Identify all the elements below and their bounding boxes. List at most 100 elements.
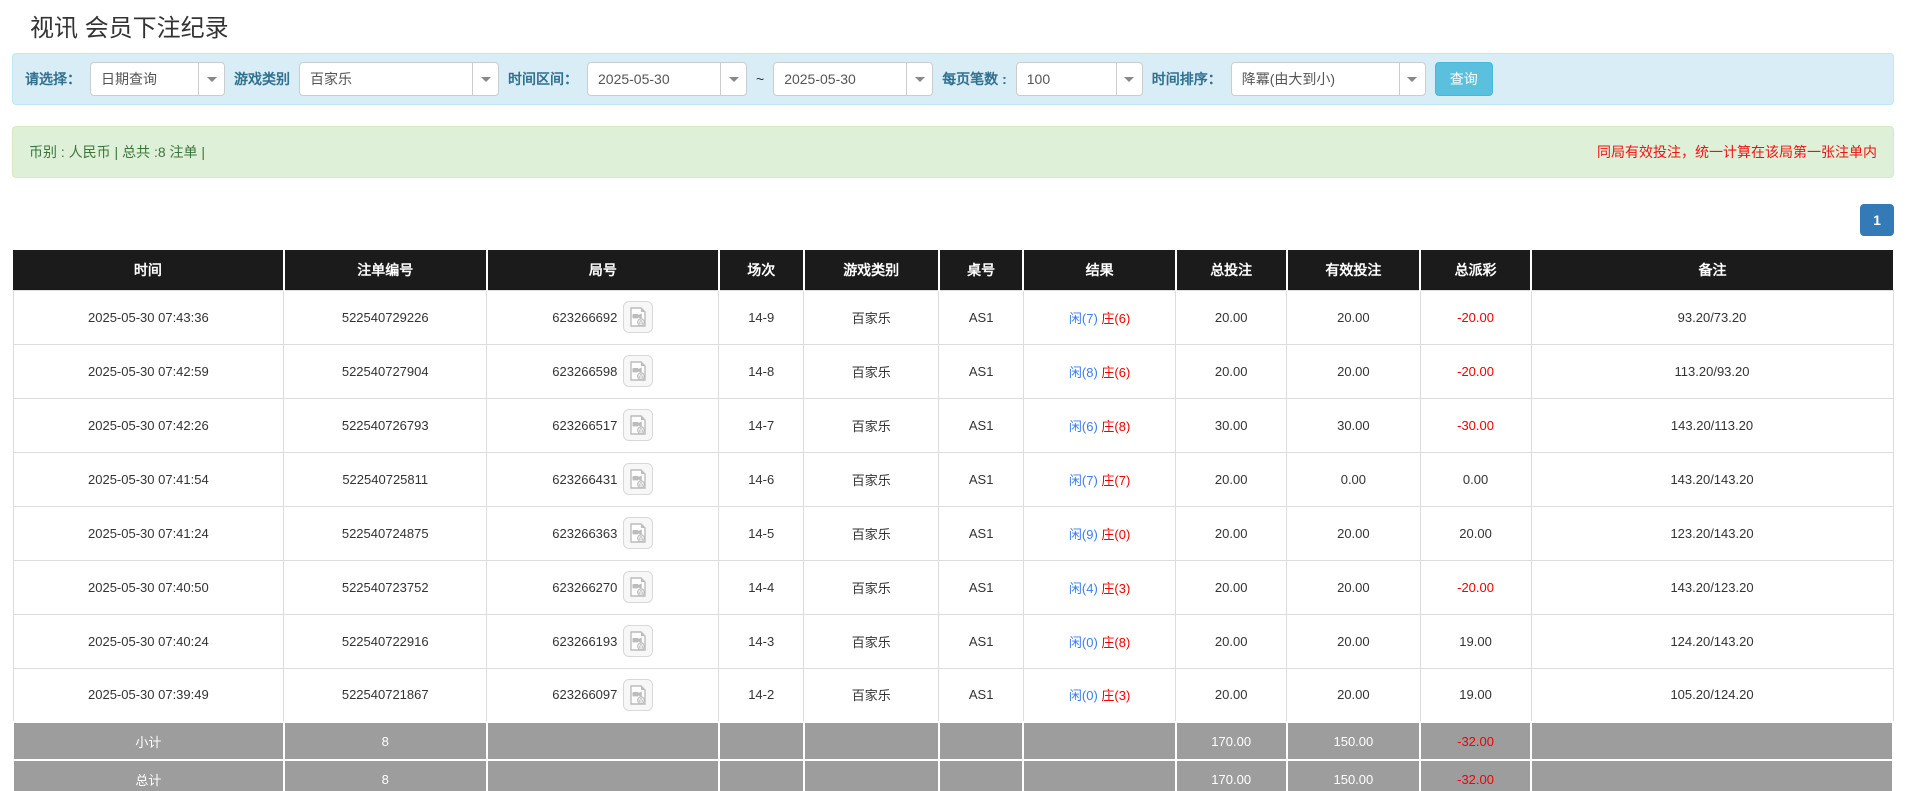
note-cell: 105.20/124.20 bbox=[1531, 668, 1893, 722]
betting-records-page: 视讯 会员下注纪录 请选择： 日期查询 游戏类别 百家乐 时间区间： 2025-… bbox=[0, 0, 1906, 791]
game-type-cell: 百家乐 bbox=[804, 344, 939, 398]
bet-id-cell: 522540726793 bbox=[284, 398, 487, 452]
total-bet-link[interactable]: 20.00 bbox=[1176, 506, 1287, 560]
round-id-value: 623266097 bbox=[552, 687, 617, 702]
video-record-icon[interactable] bbox=[623, 517, 653, 549]
payout-cell: -20.00 bbox=[1420, 290, 1531, 344]
valid-bet-cell: 20.00 bbox=[1287, 560, 1420, 614]
chevron-down-icon bbox=[720, 63, 746, 95]
session-cell: 14-8 bbox=[719, 344, 804, 398]
subtotal-row: 小计 8 170.00 150.00 -32.00 bbox=[13, 722, 1893, 760]
valid-bet-notice: 同局有效投注，统一计算在该局第一张注单内 bbox=[1597, 142, 1877, 162]
total-bet-link[interactable]: 20.00 bbox=[1176, 668, 1287, 722]
session-cell: 14-3 bbox=[719, 614, 804, 668]
video-record-icon[interactable] bbox=[623, 625, 653, 657]
result-cell: 闲(8) 庄(6) bbox=[1023, 344, 1175, 398]
result-player: 闲(4) bbox=[1069, 581, 1098, 596]
header-session: 场次 bbox=[719, 250, 804, 290]
filter-bar: 请选择： 日期查询 游戏类别 百家乐 时间区间： 2025-05-30 ~ 20… bbox=[12, 53, 1894, 105]
total-bet-link[interactable]: 20.00 bbox=[1176, 614, 1287, 668]
header-valid-bet: 有效投注 bbox=[1287, 250, 1420, 290]
pagination: 1 bbox=[12, 204, 1894, 236]
result-banker: 庄(6) bbox=[1101, 365, 1130, 380]
video-record-icon[interactable] bbox=[623, 679, 653, 711]
video-record-icon[interactable] bbox=[623, 355, 653, 387]
bet-id-cell: 522540729226 bbox=[284, 290, 487, 344]
game-type-label: 游戏类别 bbox=[234, 69, 290, 89]
payout-cell: 19.00 bbox=[1420, 668, 1531, 722]
round-id-cell: 623266193 bbox=[487, 614, 719, 668]
result-player: 闲(0) bbox=[1069, 635, 1098, 650]
note-cell: 93.20/73.20 bbox=[1531, 290, 1893, 344]
date-range-tilde: ~ bbox=[756, 71, 764, 87]
video-record-icon[interactable] bbox=[623, 463, 653, 495]
game-type-cell: 百家乐 bbox=[804, 506, 939, 560]
note-cell: 124.20/143.20 bbox=[1531, 614, 1893, 668]
valid-bet-cell: 20.00 bbox=[1287, 344, 1420, 398]
game-type-cell: 百家乐 bbox=[804, 290, 939, 344]
video-record-icon[interactable] bbox=[623, 571, 653, 603]
total-bet-link[interactable]: 20.00 bbox=[1176, 344, 1287, 398]
video-record-icon[interactable] bbox=[623, 301, 653, 333]
time-cell: 2025-05-30 07:40:50 bbox=[13, 560, 284, 614]
payout-cell: -20.00 bbox=[1420, 344, 1531, 398]
total-bet-link[interactable]: 20.00 bbox=[1176, 452, 1287, 506]
time-sort-select[interactable]: 降冪(由大到小) bbox=[1231, 62, 1426, 96]
result-banker: 庄(0) bbox=[1101, 527, 1130, 542]
result-player: 闲(7) bbox=[1069, 473, 1098, 488]
round-id-cell: 623266517 bbox=[487, 398, 719, 452]
round-id-value: 623266692 bbox=[552, 310, 617, 325]
result-banker: 庄(3) bbox=[1101, 688, 1130, 703]
valid-bet-cell: 20.00 bbox=[1287, 506, 1420, 560]
valid-bet-cell: 20.00 bbox=[1287, 614, 1420, 668]
date-from-select[interactable]: 2025-05-30 bbox=[587, 62, 747, 96]
pagination-page-1[interactable]: 1 bbox=[1860, 204, 1894, 236]
search-button[interactable]: 查询 bbox=[1435, 62, 1493, 96]
round-id-cell: 623266270 bbox=[487, 560, 719, 614]
page-size-select[interactable]: 100 bbox=[1016, 62, 1143, 96]
bet-id-cell: 522540721867 bbox=[284, 668, 487, 722]
table-no-cell: AS1 bbox=[939, 290, 1024, 344]
time-cell: 2025-05-30 07:40:24 bbox=[13, 614, 284, 668]
header-time: 时间 bbox=[13, 250, 284, 290]
total-valid-bet: 150.00 bbox=[1287, 760, 1420, 791]
result-banker: 庄(8) bbox=[1101, 419, 1130, 434]
result-banker: 庄(6) bbox=[1101, 311, 1130, 326]
total-bet-link[interactable]: 30.00 bbox=[1176, 398, 1287, 452]
session-cell: 14-2 bbox=[719, 668, 804, 722]
round-id-cell: 623266692 bbox=[487, 290, 719, 344]
bet-id-cell: 522540723752 bbox=[284, 560, 487, 614]
subtotal-label: 小计 bbox=[13, 722, 284, 760]
session-cell: 14-4 bbox=[719, 560, 804, 614]
result-cell: 闲(0) 庄(8) bbox=[1023, 614, 1175, 668]
table-no-cell: AS1 bbox=[939, 560, 1024, 614]
query-type-select[interactable]: 日期查询 bbox=[90, 62, 225, 96]
time-cell: 2025-05-30 07:42:26 bbox=[13, 398, 284, 452]
note-cell: 113.20/93.20 bbox=[1531, 344, 1893, 398]
date-to-select[interactable]: 2025-05-30 bbox=[773, 62, 933, 96]
result-player: 闲(0) bbox=[1069, 688, 1098, 703]
result-player: 闲(8) bbox=[1069, 365, 1098, 380]
subtotal-valid-bet: 150.00 bbox=[1287, 722, 1420, 760]
header-round-id: 局号 bbox=[487, 250, 719, 290]
table-no-cell: AS1 bbox=[939, 668, 1024, 722]
chevron-down-icon bbox=[906, 63, 932, 95]
round-id-cell: 623266097 bbox=[487, 668, 719, 722]
game-type-select[interactable]: 百家乐 bbox=[299, 62, 499, 96]
total-payout: -32.00 bbox=[1420, 760, 1531, 791]
result-banker: 庄(7) bbox=[1101, 473, 1130, 488]
round-id-value: 623266363 bbox=[552, 526, 617, 541]
result-player: 闲(6) bbox=[1069, 419, 1098, 434]
total-bet-link[interactable]: 20.00 bbox=[1176, 560, 1287, 614]
payout-cell: 19.00 bbox=[1420, 614, 1531, 668]
result-cell: 闲(6) 庄(8) bbox=[1023, 398, 1175, 452]
game-type-cell: 百家乐 bbox=[804, 452, 939, 506]
video-record-icon[interactable] bbox=[623, 409, 653, 441]
valid-bet-cell: 0.00 bbox=[1287, 452, 1420, 506]
bet-record-row: 2025-05-30 07:42:59 522540727904 6232665… bbox=[13, 344, 1893, 398]
result-cell: 闲(0) 庄(3) bbox=[1023, 668, 1175, 722]
time-range-label: 时间区间： bbox=[508, 69, 578, 89]
chevron-down-icon bbox=[1399, 63, 1425, 95]
total-bet-link[interactable]: 20.00 bbox=[1176, 290, 1287, 344]
time-cell: 2025-05-30 07:41:24 bbox=[13, 506, 284, 560]
